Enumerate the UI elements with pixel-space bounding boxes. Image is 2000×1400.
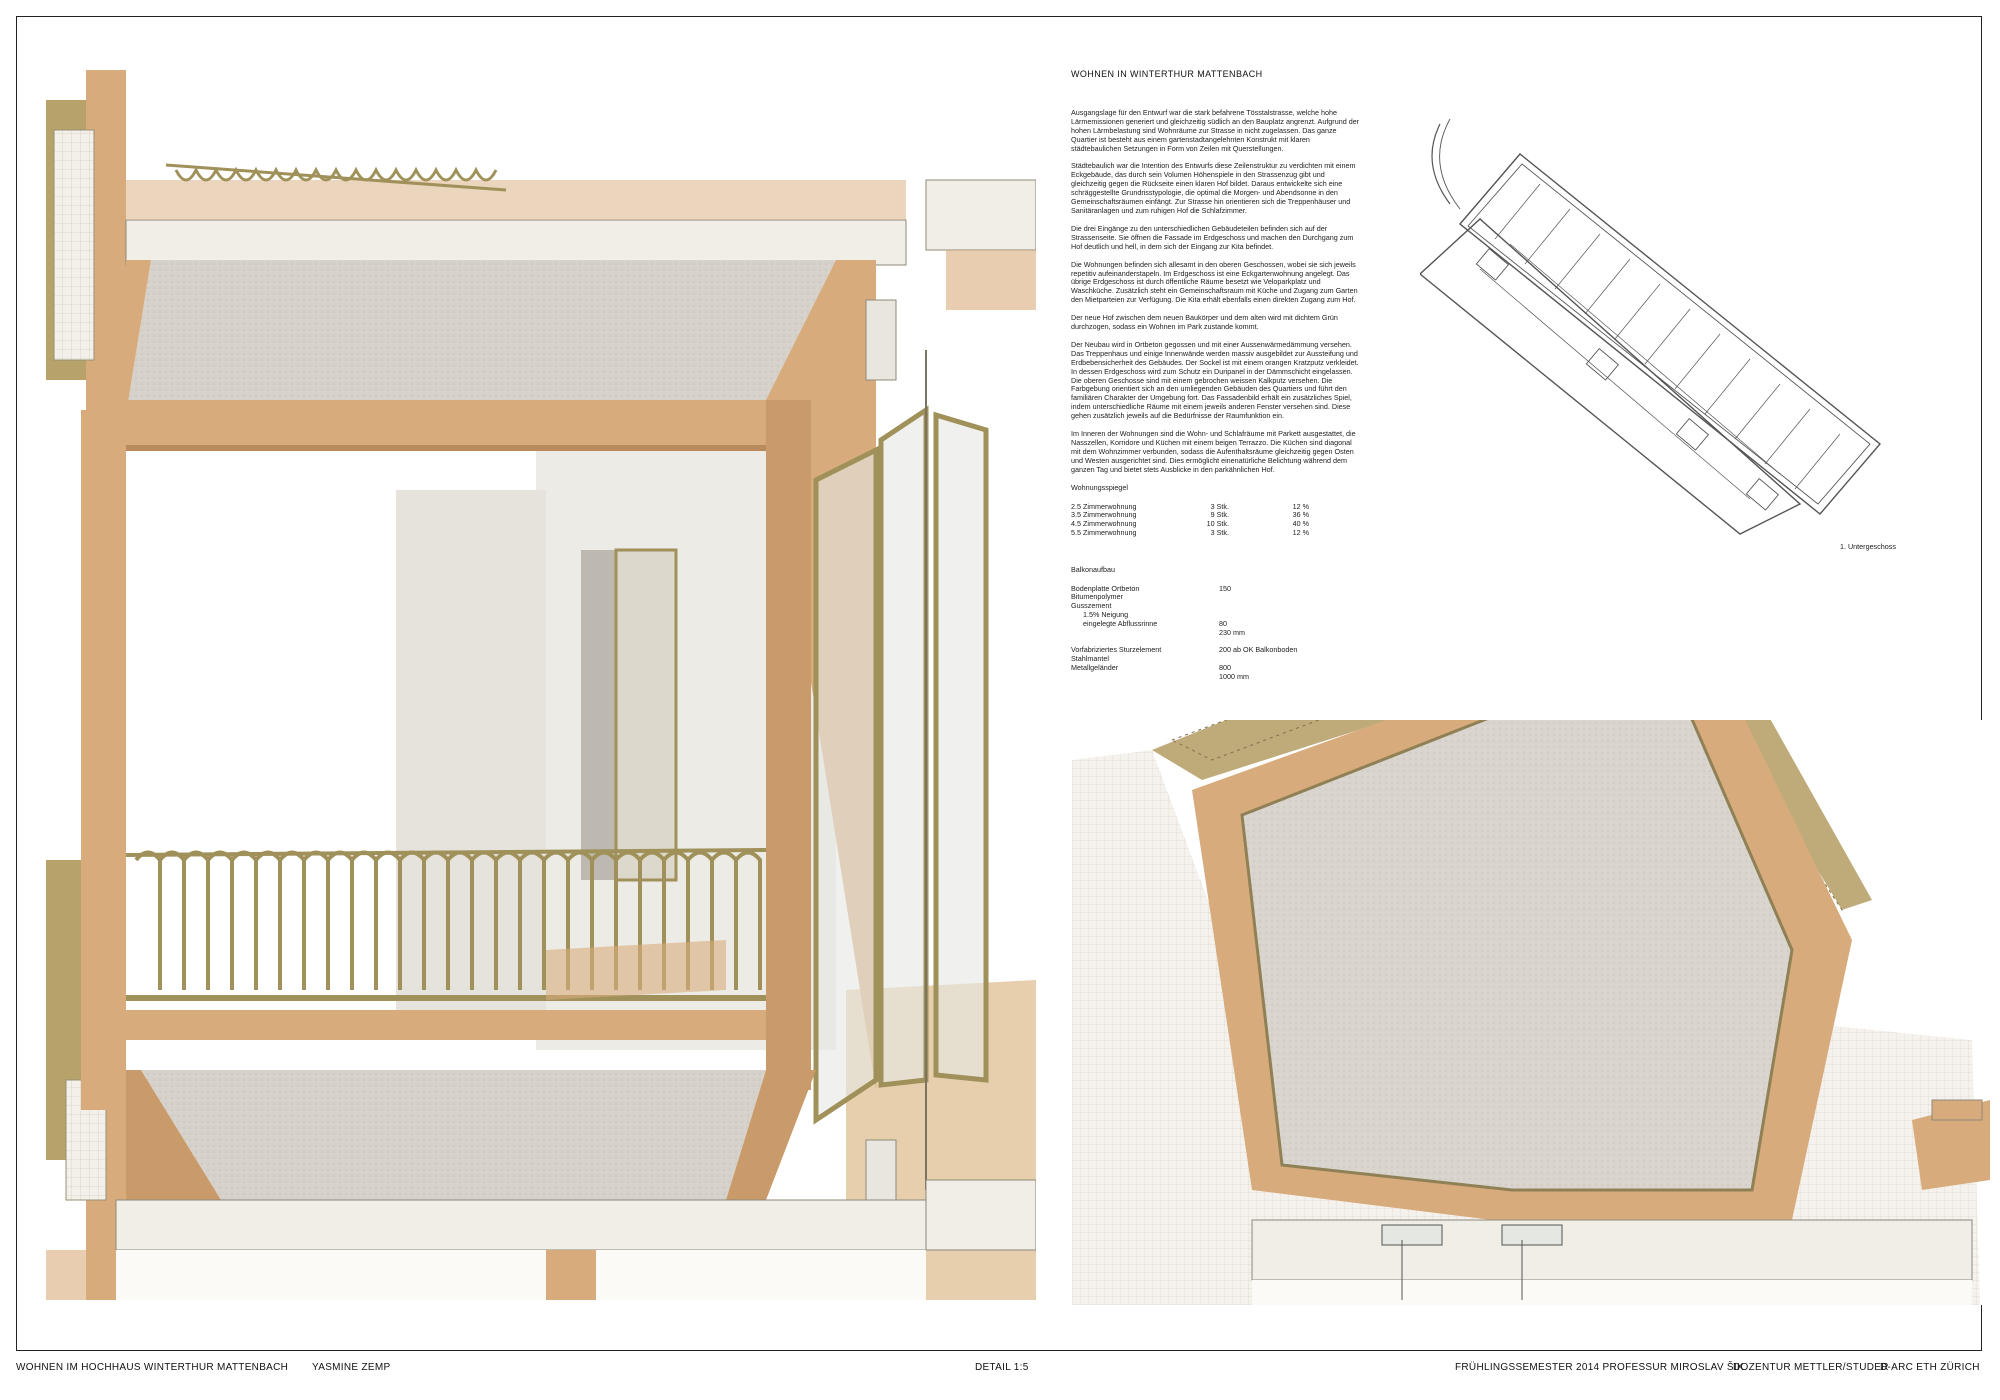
description-paragraph: Der Neubau wird in Ortbeton gegossen und… (1071, 339, 1359, 421)
list-item: 1000 mm (1219, 671, 1249, 681)
balcony-build-up-title: Balkonaufbau (1071, 564, 1115, 574)
basement-floor-plan (1420, 118, 1882, 535)
footer-school: D-ARC ETH ZÜRICH (1880, 1362, 1980, 1373)
apartment-mix-title: Wohnungsspiegel (1071, 482, 1129, 492)
footer-lecturers: DOZENTUR METTLER/STUDER (1733, 1362, 1889, 1373)
list-item: eingelegte Abflussrinne 80 (1071, 618, 1227, 628)
description-paragraph: Der neue Hof zwischen dem neuen Baukörpe… (1071, 313, 1338, 332)
list-item: Vorfabriziertes Sturzelement 200 ab OK Ba… (1071, 645, 1298, 655)
footer-project: WOHNEN IM HOCHHAUS WINTERTHUR MATTENBACH (16, 1362, 289, 1373)
balcony-soffit-render (1072, 720, 1990, 1305)
project-heading: WOHNEN IN WINTERTHUR MATTENBACH (1071, 69, 1263, 79)
footer-author: YASMINE ZEMP (312, 1362, 391, 1373)
footer-semester: FRÜHLINGSSEMESTER 2014 PROFESSUR MIROSLA… (1455, 1362, 1744, 1373)
balcony-section-render (26, 70, 1036, 1300)
project-description: WOHNEN IN WINTERTHUR MATTENBACH Ausgangs… (1071, 70, 1361, 682)
description-paragraph: Die Wohnungen befinden sich allesamt in … (1071, 259, 1358, 305)
description-paragraph: Im Inneren der Wohnungen sind die Wohn- … (1071, 429, 1356, 474)
description-paragraph: Städtebaulich war die Intention des Entw… (1071, 161, 1356, 215)
list-item: Metallgeländer 800 (1071, 663, 1231, 672)
list-item: Bitumenpolymer (1071, 592, 1123, 602)
list-item: 230 mm (1219, 627, 1245, 637)
description-paragraph: Die drei Eingänge zu den unterschiedlich… (1071, 223, 1354, 251)
table-row: 5.5 Zimmerwohnung 3 Stk. 12 % (1071, 527, 1309, 537)
balcony-build-up-list: Bodenplatte Ortbeton 150 Bitumenpolymer G… (1071, 584, 1361, 682)
plan-caption: 1. Untergeschoss (1840, 542, 1896, 551)
description-paragraph: Ausgangslage für den Entwurf war die sta… (1071, 107, 1360, 153)
footer-scale: DETAIL 1:5 (975, 1362, 1029, 1373)
apartment-mix-table: 2.5 Zimmerwohnung 3 Stk. 12 % 3.5 Zimmerwo… (1071, 502, 1309, 538)
